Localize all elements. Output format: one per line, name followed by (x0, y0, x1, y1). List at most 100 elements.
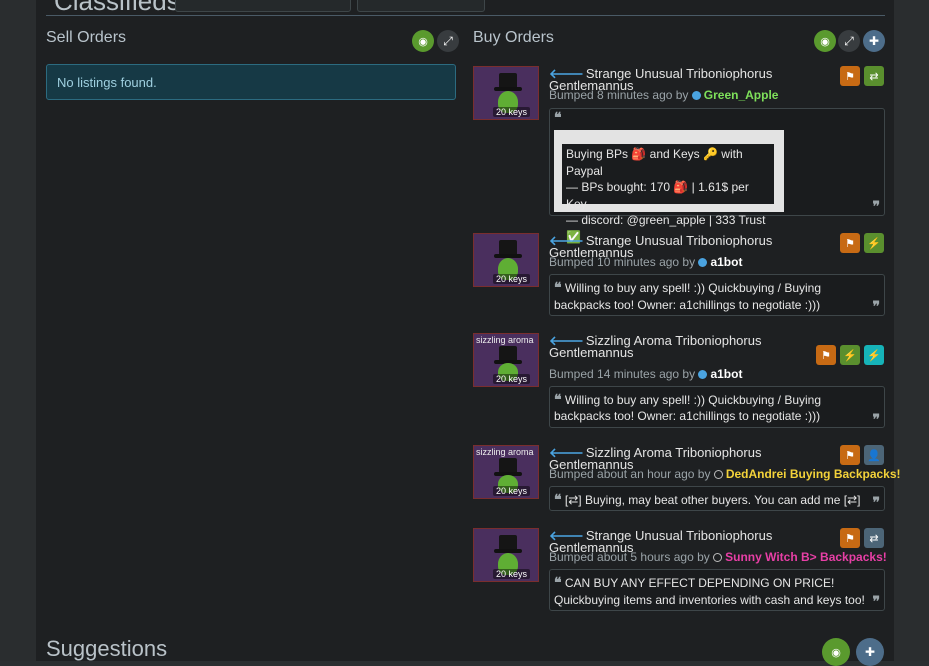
quote-icon: ❞ (872, 198, 880, 214)
price-badge: 20 keys (493, 374, 531, 384)
quote-icon: ❝ (554, 391, 562, 407)
bumped-text: Bumped 14 minutes ago by (549, 367, 696, 381)
listing-description: ❝ Buying BPs 🎒 and Keys 🔑 with Paypal — … (549, 108, 885, 244)
bumped-info: Bumped 10 minutes ago by a1bot (549, 255, 742, 269)
quote-icon: ❝ (554, 279, 562, 295)
user-plus-icon: 👤 (867, 449, 881, 462)
description-text: [⇄] Buying, may beat other buyers. You c… (564, 493, 861, 507)
quote-icon: ❝ (554, 491, 562, 507)
flag-icon: ⚑ (845, 237, 855, 250)
report-button[interactable]: ⚑ (840, 528, 860, 548)
trade-offer-button[interactable]: ⇄ (864, 528, 884, 548)
toggle-visibility-button[interactable]: ◉ (814, 30, 836, 52)
listing-item: 20 keys 🡐 Strange Unusual Triboniophorus … (473, 233, 885, 316)
toggle-visibility-button[interactable]: ◉ (412, 30, 434, 52)
quote-icon: ❞ (872, 494, 880, 510)
add-suggestion-button[interactable]: ✚ (856, 638, 884, 666)
eye-slash-icon: ◉ (820, 35, 830, 48)
add-friend-button[interactable]: 👤 (864, 445, 884, 465)
bumped-text: Bumped 10 minutes ago by (549, 255, 696, 269)
price-badge: 20 keys (493, 107, 531, 117)
eye-slash-icon: ◉ (831, 646, 841, 659)
item-thumbnail[interactable]: 20 keys (473, 233, 539, 287)
page-background-right (893, 0, 929, 661)
quote-icon: ❞ (872, 593, 880, 609)
page-background-left (0, 0, 36, 661)
report-button[interactable]: ⚑ (840, 66, 860, 86)
item-thumbnail[interactable]: sizzling aroma 20 keys (473, 333, 539, 387)
bumped-text: Bumped about an hour ago by (549, 467, 711, 481)
expand-icon: ⤢ (844, 33, 854, 48)
expand-button[interactable]: ⤢ (437, 30, 459, 52)
report-button[interactable]: ⚑ (840, 445, 860, 465)
online-status-icon (698, 258, 708, 267)
price-badge: 20 keys (493, 274, 531, 284)
user-link[interactable]: DedAndrei Buying Backpacks! (726, 467, 901, 481)
plus-icon: ✚ (864, 645, 876, 659)
instant-buy-button[interactable]: ⚡ (864, 233, 884, 253)
listing-description: ❝ CAN BUY ANY EFFECT DEPENDING ON PRICE!… (549, 569, 885, 611)
listing-item: 20 keys 🡐 Strange Unusual Triboniophorus … (473, 66, 885, 244)
user-link[interactable]: a1bot (710, 367, 742, 381)
bumped-info: Bumped about 5 hours ago by Sunny Witch … (549, 550, 887, 564)
item-thumbnail[interactable]: sizzling aroma 20 keys (473, 445, 539, 499)
classifieds-header: Classifieds (46, 0, 885, 16)
description-banner: Buying BPs 🎒 and Keys 🔑 with Paypal — BP… (554, 130, 784, 244)
search-input-partial[interactable] (175, 0, 351, 12)
exchange-icon: ⇄ (869, 70, 879, 83)
quote-icon: ❝ (554, 574, 562, 590)
effect-label: sizzling aroma (476, 335, 534, 345)
listing-description: ❝ [⇄] Buying, may beat other buyers. You… (549, 486, 885, 511)
online-status-icon (691, 91, 701, 100)
quickbuy-button[interactable]: ⚡ (864, 345, 884, 365)
bumped-info: Bumped about an hour ago by DedAndrei Bu… (549, 467, 901, 481)
no-listings-alert: No listings found. (46, 64, 456, 100)
price-badge: 20 keys (493, 569, 531, 579)
item-thumbnail[interactable]: 20 keys (473, 528, 539, 582)
add-listing-button[interactable]: ✚ (863, 30, 885, 52)
bolt-icon: ⚡ (843, 349, 857, 362)
flag-icon: ⚑ (845, 532, 855, 545)
online-status-icon (698, 370, 708, 379)
suggestions-title: Suggestions (46, 636, 168, 661)
bolt-icon: ⚡ (867, 349, 881, 362)
quote-icon: ❞ (872, 298, 880, 314)
trade-offer-button[interactable]: ⇄ (864, 66, 884, 86)
quote-icon: ❞ (872, 411, 880, 427)
listing-title[interactable]: 🡐 Sizzling Aroma Triboniophorus Gentleman… (549, 334, 819, 359)
user-link[interactable]: a1bot (710, 255, 742, 269)
bumped-info: Bumped 8 minutes ago by Green_Apple (549, 88, 778, 102)
description-text: Willing to buy any spell! :)) Quickbuyin… (554, 281, 822, 312)
description-text: Willing to buy any spell! :)) Quickbuyin… (554, 393, 822, 423)
listing-description: ❝ Willing to buy any spell! :)) Quickbuy… (549, 274, 885, 316)
expand-button[interactable]: ⤢ (838, 30, 860, 52)
price-badge: 20 keys (493, 486, 531, 496)
offline-status-icon (713, 470, 723, 479)
toggle-visibility-button[interactable]: ◉ (822, 638, 850, 666)
description-banner-text: Buying BPs 🎒 and Keys 🔑 with Paypal — BP… (562, 144, 774, 244)
filter-select-partial[interactable] (357, 0, 485, 12)
classifieds-title: Classifieds (54, 0, 180, 16)
user-link[interactable]: Green_Apple (704, 88, 779, 102)
report-button[interactable]: ⚑ (816, 345, 836, 365)
description-line: Buying BPs 🎒 and Keys 🔑 with Paypal (566, 147, 743, 178)
eye-slash-icon: ◉ (418, 35, 428, 48)
listing-description: ❝ Willing to buy any spell! :)) Quickbuy… (549, 386, 885, 428)
flag-icon: ⚑ (821, 349, 831, 362)
sell-orders-title: Sell Orders (46, 29, 127, 46)
description-text: CAN BUY ANY EFFECT DEPENDING ON PRICE! Q… (554, 576, 865, 607)
instant-buy-button[interactable]: ⚡ (840, 345, 860, 365)
expand-icon: ⤢ (443, 33, 453, 48)
bolt-icon: ⚡ (867, 237, 881, 250)
plus-icon: ✚ (868, 34, 880, 48)
description-line: — BPs bought: 170 🎒 | 1.61$ per Key (566, 180, 749, 211)
offline-status-icon (713, 553, 723, 562)
buy-orders-title: Buy Orders (473, 29, 554, 46)
exchange-icon: ⇄ (869, 532, 879, 545)
report-button[interactable]: ⚑ (840, 233, 860, 253)
bumped-text: Bumped about 5 hours ago by (549, 550, 710, 564)
bumped-text: Bumped 8 minutes ago by (549, 88, 689, 102)
item-thumbnail[interactable]: 20 keys (473, 66, 539, 120)
user-link[interactable]: Sunny Witch B> Backpacks! (725, 550, 887, 564)
listing-item: sizzling aroma 20 keys 🡐 Sizzling Aroma T… (473, 445, 901, 511)
